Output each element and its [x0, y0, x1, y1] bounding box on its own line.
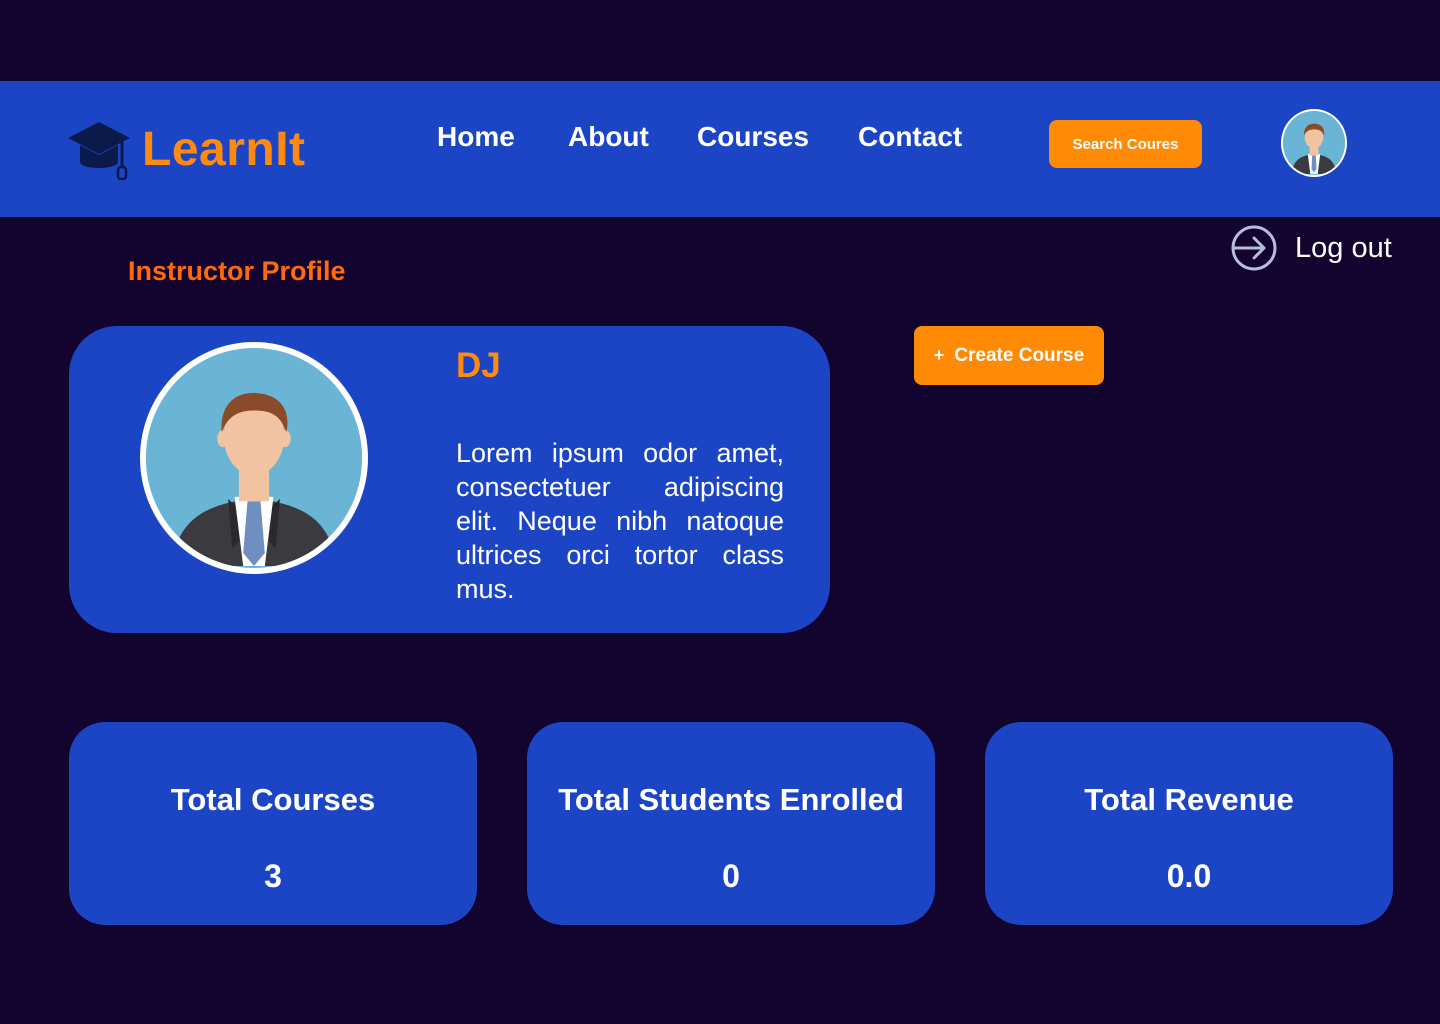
profile-card: DJ Lorem ipsum odor amet, consectetuer a… — [69, 326, 830, 633]
stat-card-total-courses: Total Courses 3 — [69, 722, 477, 925]
logout-arrow-icon — [1231, 225, 1277, 271]
nav-contact[interactable]: Contact — [858, 121, 962, 153]
brand-logo[interactable]: LearnIt — [66, 117, 306, 181]
stat-label: Total Courses — [170, 782, 376, 817]
stat-label: Total Revenue — [1084, 782, 1294, 817]
create-course-label: Create Course — [954, 344, 1085, 366]
instructor-name: DJ — [456, 346, 501, 385]
user-avatar[interactable] — [1281, 109, 1347, 177]
top-navbar: LearnIt Home About Courses Contact Searc… — [0, 81, 1440, 217]
stat-value: 3 — [264, 858, 282, 894]
create-course-button[interactable]: + Create Course — [914, 326, 1104, 385]
instructor-bio: Lorem ipsum odor amet, consectetuer adip… — [456, 438, 784, 604]
businessman-avatar-icon — [1283, 112, 1345, 174]
plus-icon: + — [933, 345, 945, 365]
stat-value: 0 — [722, 858, 740, 894]
graduation-cap-icon — [68, 122, 130, 180]
stat-value: 0.0 — [1166, 858, 1212, 894]
brand-name: LearnIt — [142, 122, 306, 176]
stat-card-total-revenue: Total Revenue 0.0 — [985, 722, 1393, 925]
stat-card-total-students: Total Students Enrolled 0 — [527, 722, 935, 925]
logout-button[interactable]: Log out — [1230, 223, 1392, 273]
search-courses-button[interactable]: Search Coures — [1049, 120, 1202, 168]
nav-home[interactable]: Home — [437, 121, 515, 153]
businessman-avatar-icon — [146, 350, 362, 566]
stat-label: Total Students Enrolled — [558, 782, 904, 817]
logout-label: Log out — [1295, 231, 1392, 264]
nav-courses[interactable]: Courses — [697, 121, 809, 153]
page-title: Instructor Profile — [128, 256, 346, 286]
profile-photo — [140, 342, 368, 574]
nav-about[interactable]: About — [568, 121, 649, 153]
